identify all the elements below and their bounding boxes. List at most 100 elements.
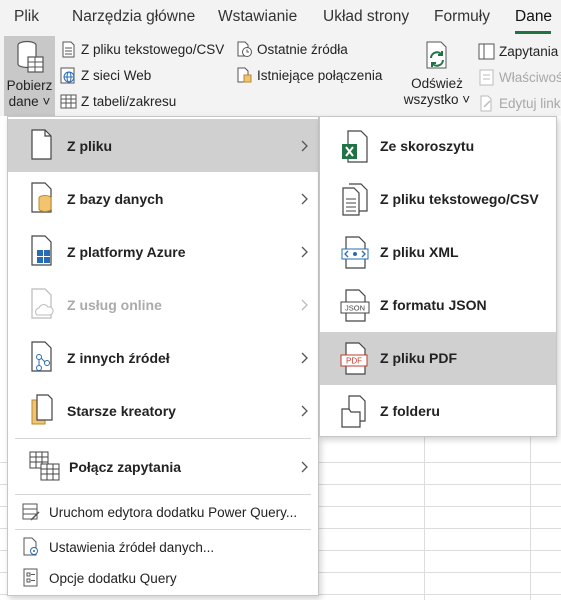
properties-icon [478, 69, 495, 86]
existing-connections-icon [236, 67, 253, 84]
active-tab-indicator [515, 31, 551, 34]
tab-formulas[interactable]: Formuły [434, 8, 490, 26]
from-web-button[interactable]: Z sieci Web [60, 64, 151, 86]
edit-links-button[interactable]: Edytuj link [478, 92, 561, 114]
menu-item-from-file[interactable]: Z pliku [8, 119, 318, 172]
chevron-right-icon [299, 299, 309, 311]
from-table-range-label: Z tabeli/zakresu [81, 93, 177, 109]
submenu-item-label: Ze skoroszytu [380, 138, 475, 154]
refresh-all-button[interactable]: Odśwież wszystko ˅ [402, 38, 472, 108]
menu-item-legacy-wizards[interactable]: Starsze kreatory [8, 384, 318, 437]
submenu-item-from-workbook[interactable]: Ze skoroszytu [320, 120, 556, 173]
tab-file[interactable]: Plik [14, 8, 39, 26]
from-text-csv-button[interactable]: Z pliku tekstowego/CSV [60, 38, 224, 60]
submenu-item-label: Z pliku PDF [380, 350, 457, 366]
recent-sources-label: Ostatnie źródła [257, 41, 348, 57]
folder-icon [340, 395, 372, 429]
get-data-button[interactable]: Pobierz dane ˅ [4, 38, 55, 110]
submenu-item-from-xml[interactable]: Z pliku XML [320, 226, 556, 279]
get-data-label-line1: Pobierz [6, 78, 53, 93]
menu-item-combine-queries[interactable]: Połącz zapytania [8, 440, 318, 493]
tab-page-layout[interactable]: Układ strony [323, 8, 409, 26]
queries-connections-button[interactable]: Zapytania [478, 40, 558, 62]
combine-queries-icon [28, 450, 62, 482]
menu-item-label: Połącz zapytania [69, 458, 182, 475]
chevron-right-icon [299, 461, 309, 473]
menu-item-label: Ustawienia źródeł danych... [49, 539, 215, 555]
existing-connections-button[interactable]: Istniejące połączenia [236, 64, 382, 86]
ribbon: Pobierz dane ˅ Z pliku tekstowego/CSV Z … [0, 36, 561, 116]
submenu-item-from-text-csv[interactable]: Z pliku tekstowego/CSV [320, 173, 556, 226]
menu-item-from-azure[interactable]: Z platformy Azure [8, 225, 318, 278]
submenu-item-label: Z folderu [380, 403, 440, 419]
database-icon [28, 182, 56, 214]
queries-label: Zapytania [499, 43, 559, 59]
menu-separator [15, 438, 311, 439]
submenu-item-label: Z pliku tekstowego/CSV [380, 191, 539, 207]
queries-icon [478, 43, 495, 60]
tab-home[interactable]: Narzędzia główne [72, 8, 195, 26]
submenu-item-label: Z pliku XML [380, 244, 459, 260]
get-data-label-line2: dane ˅ [8, 94, 51, 109]
menu-item-label: Z bazy danych [67, 190, 164, 207]
data-source-settings-icon [21, 537, 41, 557]
menu-item-label: Z usług online [67, 296, 162, 313]
refresh-all-label-line2: wszystko ˅ [403, 92, 471, 107]
menu-item-data-source-settings[interactable]: Ustawienia źródeł danych... [8, 530, 318, 564]
edit-links-label: Edytuj link [499, 95, 561, 111]
get-data-menu: Z pliku Z bazy danych Z platformy Azure … [7, 116, 319, 596]
recent-sources-button[interactable]: Ostatnie źródła [236, 38, 348, 60]
menu-item-label: Z pliku [67, 137, 113, 154]
menu-item-query-options[interactable]: Opcje dodatku Query [8, 561, 318, 595]
tab-data[interactable]: Dane [515, 8, 552, 26]
submenu-item-from-pdf[interactable]: PDF Z pliku PDF [320, 332, 556, 385]
recent-sources-icon [236, 41, 253, 58]
xml-file-icon [340, 236, 372, 270]
excel-workbook-icon [340, 130, 372, 164]
menu-item-label: Opcje dodatku Query [49, 570, 177, 586]
tab-insert[interactable]: Wstawianie [218, 8, 297, 26]
power-query-editor-icon [21, 502, 41, 522]
chevron-right-icon [299, 193, 309, 205]
chevron-right-icon [299, 405, 309, 417]
refresh-all-label-line1: Odśwież [411, 76, 463, 91]
legacy-wizard-icon [28, 394, 56, 426]
azure-icon [28, 235, 56, 267]
from-web-label: Z sieci Web [81, 67, 152, 83]
submenu-item-label: Z formatu JSON [380, 297, 487, 313]
from-file-submenu: Ze skoroszytu Z pliku tekstowego/CSV Z p… [319, 116, 557, 437]
query-options-icon [21, 568, 41, 588]
menu-item-launch-power-query-editor[interactable]: Uruchom edytora dodatku Power Query... [8, 495, 318, 529]
properties-button[interactable]: Właściwoś [478, 66, 561, 88]
refresh-icon [421, 40, 453, 72]
json-file-icon: JSON [340, 289, 372, 323]
submenu-item-from-json[interactable]: JSON Z formatu JSON [320, 279, 556, 332]
chevron-right-icon [299, 246, 309, 258]
menu-item-from-online-services[interactable]: Z usług online [8, 278, 318, 331]
svg-text:PDF: PDF [346, 357, 362, 366]
svg-text:JSON: JSON [345, 304, 365, 313]
other-sources-icon [28, 341, 56, 373]
properties-label: Właściwoś [499, 69, 561, 85]
chevron-right-icon [299, 352, 309, 364]
web-icon [60, 67, 77, 84]
file-icon [28, 129, 56, 161]
from-table-range-button[interactable]: Z tabeli/zakresu [60, 90, 176, 112]
menu-item-from-database[interactable]: Z bazy danych [8, 172, 318, 225]
text-file-icon [60, 41, 77, 58]
menu-item-from-other-sources[interactable]: Z innych źródeł [8, 331, 318, 384]
submenu-item-from-folder[interactable]: Z folderu [320, 385, 556, 438]
menu-item-label: Starsze kreatory [67, 402, 176, 419]
ribbon-tab-bar: Plik Narzędzia główne Wstawianie Układ s… [0, 0, 561, 36]
table-icon [60, 93, 77, 110]
from-text-csv-label: Z pliku tekstowego/CSV [81, 41, 225, 57]
edit-links-icon [478, 95, 495, 112]
existing-connections-label: Istniejące połączenia [257, 67, 383, 83]
chevron-right-icon [299, 140, 309, 152]
cloud-icon [28, 288, 56, 320]
text-file-icon [340, 183, 372, 217]
menu-item-label: Z platformy Azure [67, 243, 186, 260]
database-table-icon [15, 40, 45, 76]
menu-item-label: Z innych źródeł [67, 349, 170, 366]
menu-item-label: Uruchom edytora dodatku Power Query... [49, 504, 298, 520]
